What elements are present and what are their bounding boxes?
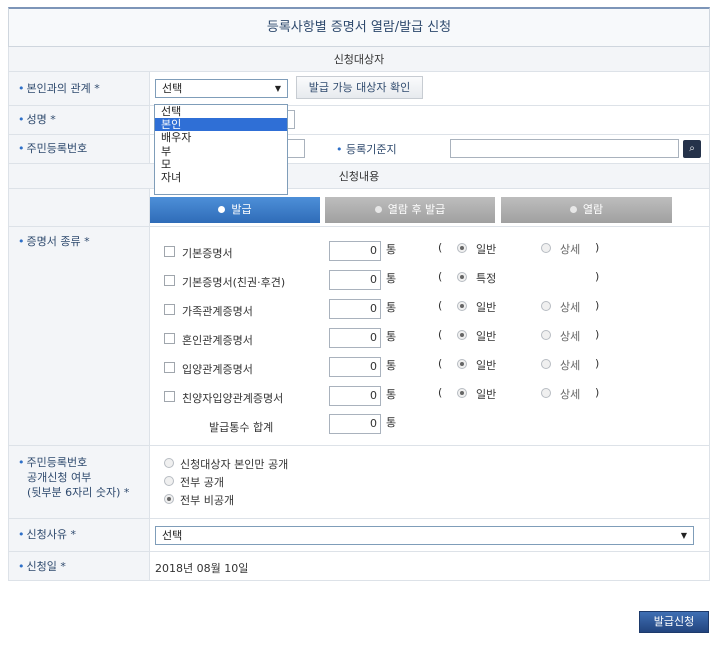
name-label: • 성명 * xyxy=(9,106,150,134)
dropdown-option[interactable]: 부 xyxy=(155,145,287,158)
reason-select[interactable]: 선택 ▼ xyxy=(155,526,694,545)
certificate-checkbox[interactable] xyxy=(164,275,175,286)
option-general-radio[interactable] xyxy=(457,359,467,369)
option-detail-radio[interactable] xyxy=(541,359,551,369)
bullet-icon: • xyxy=(18,560,25,573)
disclosure-none-radio[interactable] xyxy=(164,494,174,504)
registration-base-label: • 등록기준지 xyxy=(336,143,397,156)
bullet-icon: • xyxy=(18,456,25,469)
reason-row: • 신청사유 * 선택 ▼ xyxy=(8,519,710,552)
disclosure-row: • 주민등록번호 공개신청 여부 (뒷부분 6자리 숫자) * 신청대상자 본인만… xyxy=(8,446,710,519)
option-detail-radio[interactable] xyxy=(541,388,551,398)
certificate-count-input[interactable]: 0 xyxy=(329,270,381,290)
radio-dot-icon xyxy=(569,206,577,213)
certificate-checkbox[interactable] xyxy=(164,246,175,257)
dropdown-option[interactable]: 선택 xyxy=(155,105,287,118)
bullet-icon: • xyxy=(18,82,25,95)
bullet-icon: • xyxy=(18,113,25,126)
dropdown-option-highlighted[interactable]: 본인 xyxy=(155,118,287,132)
tab-issue[interactable]: 발급 xyxy=(150,197,320,223)
dropdown-option[interactable]: 모 xyxy=(155,158,287,171)
tabs-row: 발급 열람 후 발급 열람 xyxy=(8,189,710,227)
certificates-row: • 증명서 종류 * 기본증명서 0 통 ( 일반 상세 ) 기본증명서(친권·후… xyxy=(8,227,710,446)
dropdown-arrow-icon: ▼ xyxy=(274,84,281,93)
bullet-icon: • xyxy=(18,142,25,155)
certificate-checkbox[interactable] xyxy=(164,362,175,373)
option-general-radio[interactable] xyxy=(457,330,467,340)
relation-select[interactable]: 선택 ▼ xyxy=(155,79,288,98)
name-row: • 성명 * xyxy=(8,106,710,135)
certificate-count-input[interactable]: 0 xyxy=(329,328,381,348)
option-general-radio[interactable] xyxy=(457,243,467,253)
option-detail-radio[interactable] xyxy=(541,301,551,311)
option-general-radio[interactable] xyxy=(457,301,467,311)
option-general-radio[interactable] xyxy=(457,388,467,398)
tab-view-then-issue[interactable]: 열람 후 발급 xyxy=(325,197,495,223)
relation-label: • 본인과의 관계 * xyxy=(9,72,150,105)
relation-row: • 본인과의 관계 * 선택 ▼ 발급 가능 대상자 확인 xyxy=(8,72,710,106)
section-content: 신청내용 xyxy=(8,164,710,189)
section-target: 신청대상자 xyxy=(8,47,710,72)
dropdown-arrow-icon: ▼ xyxy=(680,531,687,540)
certificate-count-input[interactable]: 0 xyxy=(329,241,381,261)
search-icon[interactable]: ⌕ xyxy=(683,140,701,158)
date-row: • 신청일 * 2018년 08월 10일 xyxy=(8,552,710,581)
bullet-icon: • xyxy=(18,235,25,248)
certificate-count-input[interactable]: 0 xyxy=(329,357,381,377)
registration-base-input[interactable] xyxy=(450,139,679,158)
radio-dot-icon xyxy=(374,206,382,213)
radio-dot-icon xyxy=(218,206,226,213)
certificate-request-form: 등록사항별 증명서 열람/발급 신청 신청대상자 • 본인과의 관계 * 선택 ▼… xyxy=(8,7,710,581)
disclosure-all-radio[interactable] xyxy=(164,476,174,486)
resident-label: • 주민등록번호 xyxy=(9,135,150,163)
bullet-icon: • xyxy=(18,528,25,541)
option-specific-radio[interactable] xyxy=(457,272,467,282)
page-title: 등록사항별 증명서 열람/발급 신청 xyxy=(8,7,710,47)
total-count-input: 0 xyxy=(329,414,381,434)
option-detail-radio[interactable] xyxy=(541,330,551,340)
bullet-icon: • xyxy=(336,143,343,156)
certificate-count-input[interactable]: 0 xyxy=(329,386,381,406)
disclosure-label: • 주민등록번호 공개신청 여부 (뒷부분 6자리 숫자) * xyxy=(9,446,150,518)
total-count-label: 발급통수 합계 xyxy=(209,421,274,434)
relation-dropdown-list: 선택 본인 배우자 부 모 자녀 xyxy=(154,104,288,195)
certificate-checkbox[interactable] xyxy=(164,304,175,315)
resident-row: • 주민등록번호 • 등록기준지 ⌕ xyxy=(8,135,710,164)
dropdown-option[interactable]: 배우자 xyxy=(155,131,287,144)
certificate-count-input[interactable]: 0 xyxy=(329,299,381,319)
check-eligible-button[interactable]: 발급 가능 대상자 확인 xyxy=(296,76,423,99)
submit-issue-button[interactable]: 발급신청 xyxy=(639,611,709,633)
dropdown-option[interactable]: 자녀 xyxy=(155,171,287,184)
tab-view[interactable]: 열람 xyxy=(501,197,672,223)
certificates-label: • 증명서 종류 * xyxy=(9,227,150,445)
certificate-checkbox[interactable] xyxy=(164,333,175,344)
reason-label: • 신청사유 * xyxy=(9,519,150,551)
date-label: • 신청일 * xyxy=(9,552,150,580)
certificate-checkbox[interactable] xyxy=(164,391,175,402)
disclosure-self-only-radio[interactable] xyxy=(164,458,174,468)
request-date: 2018년 08월 10일 xyxy=(155,562,249,575)
option-detail-radio[interactable] xyxy=(541,243,551,253)
